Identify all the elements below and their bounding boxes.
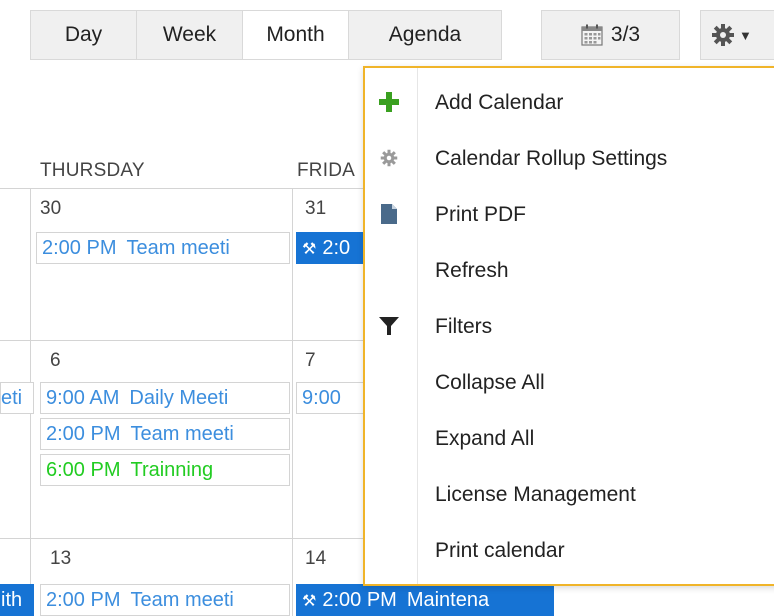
event-time: 2:00 PM [46, 589, 121, 611]
settings-dropdown-menu: Add Calendar Calendar Rollup Settings Pr… [363, 66, 774, 586]
tab-month[interactable]: Month [242, 10, 348, 60]
menu-item-label: Expand All [435, 427, 535, 450]
day-number[interactable]: 6 [50, 350, 61, 372]
grid-line [0, 340, 370, 341]
calendar-event[interactable]: 2:00 PM Team meeti [40, 418, 290, 450]
gear-small-icon [375, 144, 403, 172]
menu-item-label: License Management [435, 483, 636, 506]
menu-item-filters[interactable]: Filters [365, 302, 774, 358]
grid-line [292, 188, 293, 616]
calendar-event[interactable]: 6:00 PM Trainning [40, 454, 290, 486]
calendar-event-selected[interactable]: ith [0, 584, 34, 616]
menu-item-label: Refresh [435, 259, 509, 282]
event-title: Team meeti [130, 423, 234, 445]
event-time: 9:00 AM [46, 387, 120, 409]
calendar-event[interactable]: 2:00 PM Team meeti [40, 584, 290, 616]
chevron-down-icon: ▼ [739, 27, 752, 43]
menu-item-label: Add Calendar [435, 91, 564, 114]
funnel-icon [375, 312, 403, 340]
plus-icon [375, 88, 403, 116]
event-title: ith [1, 589, 23, 611]
grid-line [0, 188, 370, 189]
day-number[interactable]: 14 [305, 548, 326, 570]
calendar-event-selected[interactable]: ⚒ 2:0 [296, 232, 366, 264]
menu-item-label: Collapse All [435, 371, 545, 394]
day-header-friday: FRIDA [297, 160, 355, 181]
event-title: Trainning [130, 459, 214, 481]
event-time: 9:00 [302, 387, 341, 409]
calendar-event-selected[interactable]: ⚒ 2:00 PM Maintena [296, 584, 554, 616]
calendar-count-button[interactable]: 3/3 [541, 10, 680, 60]
menu-item-label: Print PDF [435, 203, 527, 226]
calendar-event[interactable]: 2:00 PM Team meeti [36, 232, 290, 264]
event-time: 2:00 PM [42, 237, 117, 259]
menu-item-calendar-rollup-settings[interactable]: Calendar Rollup Settings [365, 134, 774, 190]
calendar-count-label: 3/3 [610, 23, 641, 46]
day-header-thursday: THURSDAY [40, 160, 145, 181]
calendar-event[interactable]: eti [0, 382, 34, 414]
event-title: Daily Meeti [129, 387, 229, 409]
document-icon [375, 200, 403, 228]
event-time: 2:00 PM [322, 589, 397, 611]
menu-item-refresh[interactable]: Refresh [365, 246, 774, 302]
day-number[interactable]: 31 [305, 198, 326, 220]
menu-item-label: Calendar Rollup Settings [435, 147, 668, 170]
event-title: Maintena [406, 589, 490, 611]
calendar-event[interactable]: 9:00 AM Daily Meeti [40, 382, 290, 414]
grid-line [0, 538, 370, 539]
event-title: eti [1, 387, 23, 409]
menu-item-collapse-all[interactable]: Collapse All [365, 358, 774, 414]
calendar-icon [581, 24, 603, 46]
menu-item-expand-all[interactable]: Expand All [365, 414, 774, 470]
wrench-icon: ⚒ [302, 241, 317, 258]
view-tabs: Day Week Month Agenda [30, 10, 502, 60]
event-time: 6:00 PM [46, 459, 121, 481]
calendar-event[interactable]: 9:00 [296, 382, 366, 414]
event-time: 2:00 PM [46, 423, 121, 445]
tab-day[interactable]: Day [30, 10, 136, 60]
tab-week[interactable]: Week [136, 10, 242, 60]
menu-item-print-pdf[interactable]: Print PDF [365, 190, 774, 246]
menu-item-add-calendar[interactable]: Add Calendar [365, 78, 774, 134]
day-number[interactable]: 7 [305, 350, 316, 372]
wrench-icon: ⚒ [302, 593, 317, 610]
day-number[interactable]: 30 [40, 198, 61, 220]
settings-menu-button[interactable]: ▼ [700, 10, 774, 60]
menu-item-label: Print calendar [435, 539, 565, 562]
menu-item-license-management[interactable]: License Management [365, 470, 774, 526]
day-number[interactable]: 13 [50, 548, 71, 570]
menu-item-label: Filters [435, 315, 493, 338]
event-title: Team meeti [130, 589, 234, 611]
event-time: 2:0 [322, 237, 351, 259]
gear-icon [712, 24, 734, 46]
menu-item-print-calendar[interactable]: Print calendar [365, 526, 774, 582]
tab-agenda[interactable]: Agenda [348, 10, 502, 60]
event-title: Team meeti [126, 237, 230, 259]
